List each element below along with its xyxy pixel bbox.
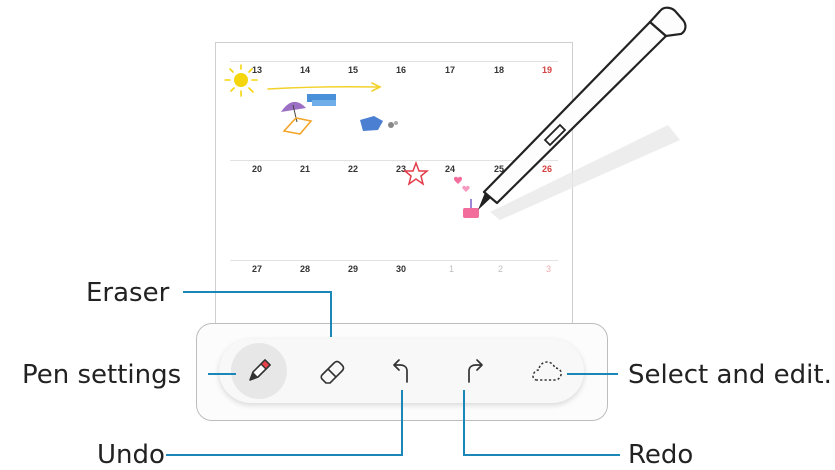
row-divider xyxy=(230,260,558,261)
pen-toolbar xyxy=(219,339,584,403)
day-cell[interactable]: 16 xyxy=(396,65,426,75)
week-row-2: 20 21 22 23 24 25 26 xyxy=(216,142,572,242)
select-and-edit-button[interactable] xyxy=(519,343,575,399)
row-divider xyxy=(230,61,558,62)
day-cell[interactable]: 30 xyxy=(396,264,426,274)
lasso-select-icon xyxy=(532,361,562,381)
day-cell[interactable]: 19 xyxy=(542,65,572,75)
pen-settings-button[interactable] xyxy=(231,343,287,399)
day-cell[interactable]: 24 xyxy=(445,164,475,174)
calendar-page: 13 14 15 16 17 18 19 20 21 22 23 24 25 2… xyxy=(215,42,573,343)
pen-icon xyxy=(249,359,271,381)
week-row-1: 13 14 15 16 17 18 19 xyxy=(216,43,572,143)
eraser-label: Eraser xyxy=(86,278,170,308)
day-cell[interactable]: 17 xyxy=(445,65,475,75)
pen-settings-label: Pen settings xyxy=(22,360,182,390)
day-cell[interactable]: 25 xyxy=(494,164,524,174)
redo-label: Redo xyxy=(628,440,694,470)
day-cell[interactable]: 14 xyxy=(300,65,330,75)
eraser-button[interactable] xyxy=(305,343,361,399)
redo-icon xyxy=(468,359,483,383)
eraser-icon xyxy=(320,360,345,384)
day-cell[interactable]: 13 xyxy=(252,65,282,75)
select-edit-label: Select and edit. xyxy=(628,360,832,390)
day-cell[interactable]: 21 xyxy=(300,164,330,174)
undo-button[interactable] xyxy=(375,343,431,399)
day-cell[interactable]: 1 xyxy=(449,264,479,274)
day-cell[interactable]: 27 xyxy=(252,264,282,274)
day-cell[interactable]: 18 xyxy=(494,65,524,75)
day-cell[interactable]: 2 xyxy=(498,264,528,274)
undo-icon xyxy=(393,359,408,383)
day-cell[interactable]: 26 xyxy=(542,164,572,174)
redo-button[interactable] xyxy=(445,343,501,399)
day-cell[interactable]: 22 xyxy=(348,164,378,174)
day-cell[interactable]: 20 xyxy=(252,164,282,174)
day-cell[interactable]: 28 xyxy=(300,264,330,274)
day-cell[interactable]: 15 xyxy=(348,65,378,75)
day-cell[interactable]: 23 xyxy=(396,164,426,174)
pen-toolbar-frame xyxy=(196,323,608,421)
day-cell[interactable]: 3 xyxy=(546,264,572,274)
row-divider xyxy=(230,160,558,161)
day-cell[interactable]: 29 xyxy=(348,264,378,274)
undo-label: Undo xyxy=(97,440,165,470)
